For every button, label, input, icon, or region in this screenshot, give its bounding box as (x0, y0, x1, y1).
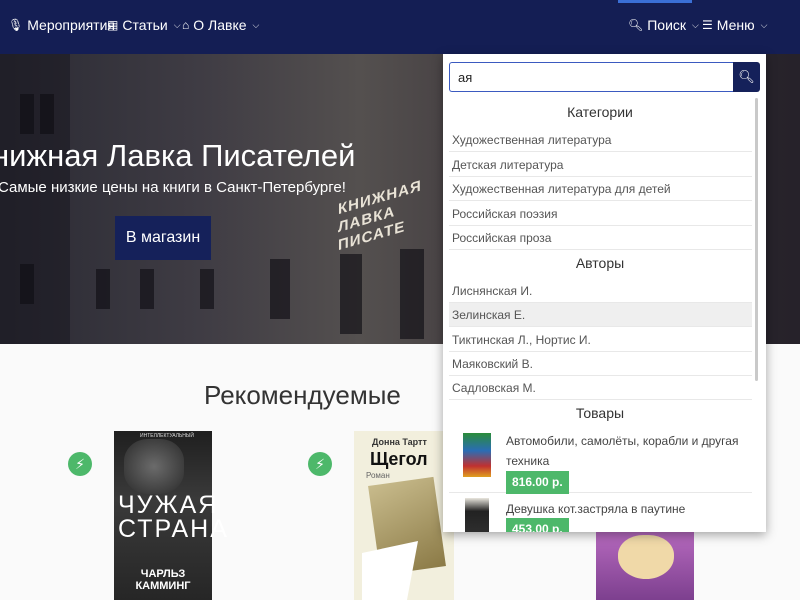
hero-title: нижная Лавка Писателей (0, 138, 356, 173)
product-price: 453.00 р. (506, 518, 569, 532)
nav-events[interactable]: 🎙 Мероприятия (8, 17, 115, 33)
chevron-down-icon: ⌵ (692, 19, 699, 30)
search-active-indicator (618, 0, 692, 3)
product-thumbnail (463, 433, 491, 477)
search-submit-button[interactable]: 🔍︎ (733, 62, 760, 92)
category-item[interactable]: Российская поэзия (449, 202, 752, 226)
nav-about-label: О Лавке (193, 17, 247, 33)
author-item[interactable]: Садловская М. (449, 376, 752, 400)
chevron-down-icon: ⌵ (760, 19, 768, 30)
search-icon: 🔍︎ (628, 18, 644, 32)
hero-window (20, 94, 34, 134)
hero-window (270, 259, 290, 319)
nav-articles-label: Статьи (122, 17, 168, 33)
search-results[interactable]: Категории Художественная литература Детс… (443, 98, 766, 532)
author-item[interactable]: Тиктинская Л., Нортис И. (449, 328, 752, 352)
microphone-icon: 🎙 (8, 18, 24, 32)
book-author: ЧАРЛЬЗ КАММИНГ (135, 568, 191, 592)
results-scrollbar[interactable] (755, 98, 758, 381)
nav-menu[interactable]: ☰ Меню ⌵ (702, 17, 767, 33)
product-thumbnail (465, 498, 489, 532)
cover-torn-paper (362, 541, 418, 600)
categories-heading: Категории (567, 104, 633, 120)
book-series-label: ИНТЕЛЛЕКТУАЛЬНЫЙ (140, 433, 194, 439)
author-item-highlighted[interactable]: Зелинская Е. (449, 303, 752, 327)
hamburger-menu-icon: ☰ (702, 18, 713, 32)
book-cover[interactable]: ИНТЕЛЛЕКТУАЛЬНЫЙ ЧУЖАЯ СТРАНА ЧАРЛЬЗ КАМ… (114, 431, 229, 600)
book-title: ЧУЖАЯ СТРАНА (118, 491, 229, 543)
book-title: Щегол (370, 449, 428, 469)
product-price: 816.00 р. (506, 471, 569, 494)
nav-menu-label: Меню (716, 17, 755, 33)
author-item[interactable]: Лиснянская И. (449, 279, 752, 303)
shop-button[interactable]: В магазин (115, 216, 211, 260)
cover-portrait (124, 439, 184, 494)
top-navbar: 🎙 Мероприятия ▤ Статьи ⌵ ⌂ О Лавке ⌵ 🔍︎ … (0, 0, 800, 54)
category-item[interactable]: Российская проза (449, 226, 752, 250)
chevron-down-icon: ⌵ (173, 19, 181, 30)
lightning-badge-icon: ⚡︎ (68, 452, 92, 476)
hero-window (40, 94, 54, 134)
product-item[interactable]: Автомобили, самолёты, корабли и другая т… (449, 429, 752, 494)
product-name: Автомобили, самолёты, корабли и другая т… (506, 434, 739, 468)
newspaper-icon: ▤ (107, 18, 119, 32)
authors-heading: Авторы (575, 255, 625, 271)
nav-events-label: Мероприятия (27, 17, 115, 33)
search-input[interactable] (449, 62, 733, 92)
nav-articles[interactable]: ▤ Статьи ⌵ (107, 17, 181, 33)
book-cover[interactable] (596, 529, 694, 600)
chevron-down-icon: ⌵ (252, 19, 260, 30)
nav-search[interactable]: 🔍︎ Поиск ⌵ (628, 17, 699, 33)
recommended-title: Рекомендуемые (204, 380, 401, 410)
category-item[interactable]: Художественная литература (449, 128, 752, 152)
hero-window (200, 269, 214, 309)
hero-subtitle: Самые низкие цены на книги в Санкт-Петер… (0, 179, 346, 196)
hero-window (20, 264, 34, 304)
book-subtitle: Роман (366, 471, 390, 480)
category-item[interactable]: Детская литература (449, 153, 752, 177)
author-item[interactable]: Маяковский В. (449, 352, 752, 376)
products-heading: Товары (575, 405, 625, 421)
hero-building-left (0, 54, 70, 344)
search-icon: 🔍︎ (738, 69, 755, 84)
product-name: Девушка кот.застряла в паутине (506, 502, 686, 516)
product-item[interactable]: Девушка кот.застряла в паутине 453.00 р. (449, 494, 752, 532)
nav-about[interactable]: ⌂ О Лавке ⌵ (182, 17, 259, 33)
nav-search-label: Поиск (647, 17, 687, 33)
hero-window (400, 249, 424, 339)
search-dropdown: 🔍︎ Категории Художественная литература Д… (443, 54, 766, 532)
hero-window (96, 269, 110, 309)
hero-window (140, 269, 154, 309)
book-author: Донна Тартт (372, 437, 427, 447)
category-item[interactable]: Художественная литература для детей (449, 177, 752, 201)
home-icon: ⌂ (182, 18, 190, 32)
lightning-badge-icon: ⚡︎ (308, 452, 332, 476)
storefront-sign: КНИЖНАЯ ЛАВКА ПИСАТЕ (338, 177, 422, 255)
book-cover[interactable]: Донна Тартт Щегол Роман (354, 431, 454, 600)
cover-puppy-illustration (618, 535, 674, 579)
